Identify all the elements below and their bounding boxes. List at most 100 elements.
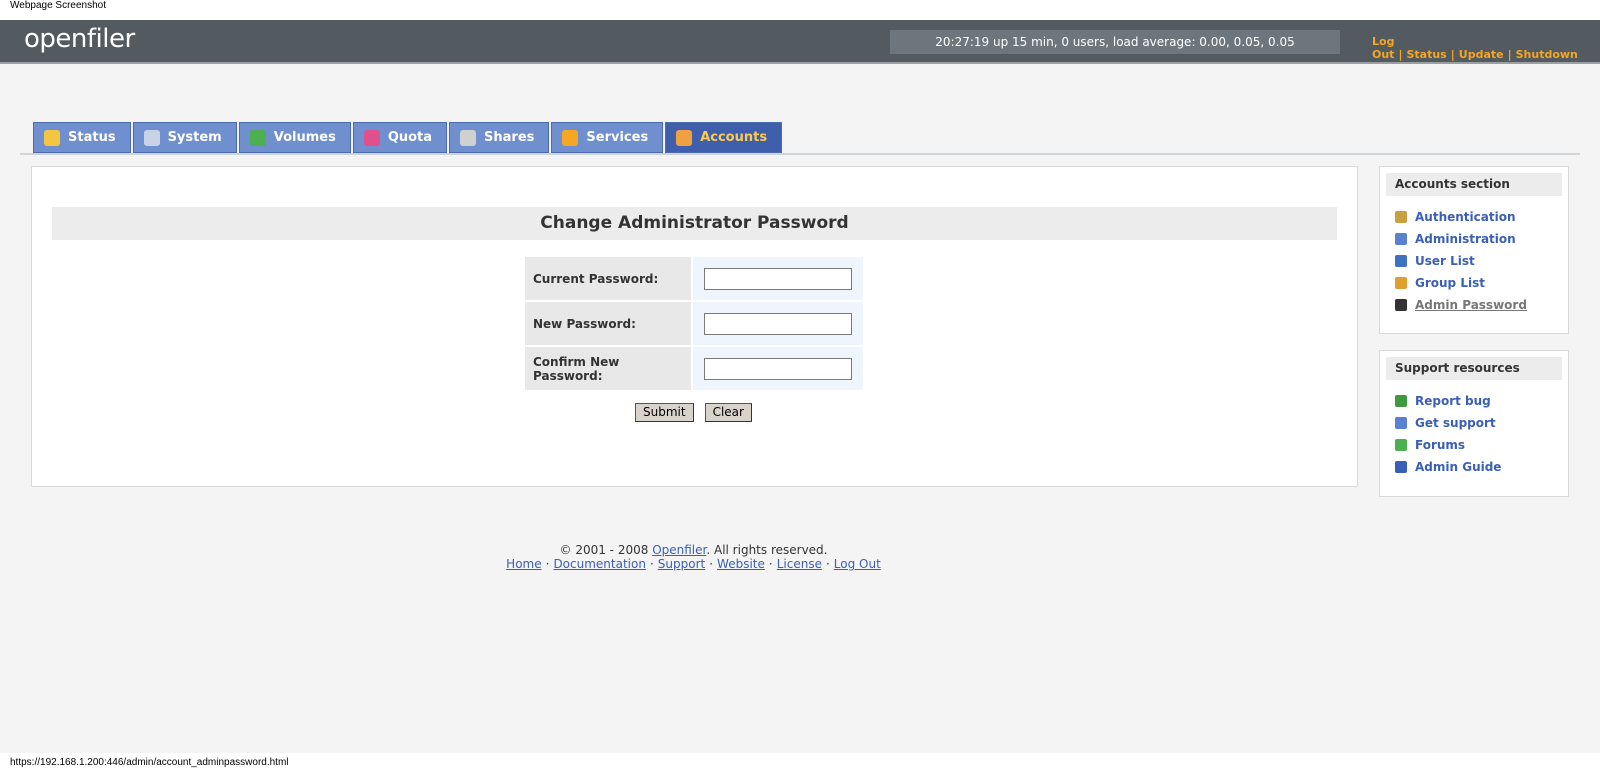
computer-icon <box>143 129 160 146</box>
page-title: Change Administrator Password <box>52 207 1337 240</box>
status-link[interactable]: Status <box>1406 48 1446 61</box>
copyright-suffix: . All rights reserved. <box>706 543 828 557</box>
logout-link[interactable]: Log Out <box>1372 35 1394 61</box>
penguin-icon <box>1395 299 1407 311</box>
sidebar-item-authentication[interactable]: Authentication <box>1380 206 1568 228</box>
separator: · <box>649 557 654 571</box>
sidebar-item-label: User List <box>1415 254 1475 268</box>
separator: | <box>1450 48 1455 61</box>
separator: · <box>825 557 830 571</box>
footer-website-link[interactable]: Website <box>717 557 765 571</box>
footer-links: Home · Documentation · Support · Website · Licen… <box>0 557 1387 571</box>
sun-cloud-icon <box>44 129 60 146</box>
server-icon <box>460 129 477 146</box>
sidebar-item-admin-password[interactable]: Admin Password <box>1380 294 1568 316</box>
user-icon <box>1395 255 1407 267</box>
accounts-section-box: Accounts section Authentication Administ… <box>1379 166 1569 334</box>
copyright-line: © 2001 - 2008 Openfiler. All rights rese… <box>0 543 1387 557</box>
tab-label: Accounts <box>700 130 768 145</box>
submit-button[interactable]: Submit <box>635 403 694 422</box>
group-icon <box>1395 277 1407 289</box>
sidebar-item-label: Administration <box>1415 232 1516 246</box>
accounts-section-title: Accounts section <box>1386 173 1562 196</box>
header-bar: openfiler 20:27:19 up 15 min, 0 users, l… <box>0 20 1600 64</box>
tab-label: Volumes <box>273 130 336 145</box>
sidebar-item-label: Admin Guide <box>1415 460 1502 474</box>
form-buttons: Submit Clear <box>635 403 763 422</box>
confirm-password-input[interactable] <box>704 357 852 380</box>
tab-system[interactable]: System <box>132 122 237 153</box>
tab-label: System <box>167 130 222 145</box>
footer-home-link[interactable]: Home <box>506 557 541 571</box>
tab-label: Quota <box>387 130 433 145</box>
status-url: https://192.168.1.200:446/admin/account_… <box>10 757 289 768</box>
sidebar-item-label: Report bug <box>1415 394 1491 408</box>
sidebar-item-label: Authentication <box>1415 210 1516 224</box>
screenshot-caption-bar: Webpage Screenshot <box>0 0 1600 20</box>
openfiler-logo[interactable]: openfiler <box>24 24 135 54</box>
tab-quota[interactable]: Quota <box>352 122 448 153</box>
footer-logout-link[interactable]: Log Out <box>834 557 881 571</box>
main-panel: Change Administrator Password Current Pa… <box>31 166 1358 487</box>
support-resources-box: Support resources Report bug Get support… <box>1379 350 1569 497</box>
separator: · <box>709 557 714 571</box>
user-icon <box>676 129 693 146</box>
tab-shares[interactable]: Shares <box>449 122 550 153</box>
sidebar-item-forums[interactable]: Forums <box>1380 434 1568 456</box>
tab-accounts[interactable]: Accounts <box>665 122 783 153</box>
tab-services[interactable]: Services <box>551 122 664 153</box>
new-password-label: New Password: <box>525 302 691 345</box>
shutdown-link[interactable]: Shutdown <box>1516 48 1578 61</box>
sidebar-item-user-list[interactable]: User List <box>1380 250 1568 272</box>
disk-icon <box>249 129 266 146</box>
lock-user-icon <box>1395 211 1407 223</box>
update-link[interactable]: Update <box>1459 48 1504 61</box>
screenshot-caption: Webpage Screenshot <box>10 0 106 11</box>
clear-button[interactable]: Clear <box>704 403 752 422</box>
footer-license-link[interactable]: License <box>777 557 822 571</box>
footer-support-link[interactable]: Support <box>658 557 705 571</box>
sidebar-item-label: Get support <box>1415 416 1496 430</box>
form-cell <box>693 347 863 390</box>
form-cell <box>693 302 863 345</box>
separator: · <box>545 557 550 571</box>
top-links: Log Out | Status | Update | Shutdown <box>1372 35 1600 61</box>
tab-volumes[interactable]: Volumes <box>238 122 351 153</box>
current-password-input[interactable] <box>704 267 852 290</box>
footer: © 2001 - 2008 Openfiler. All rights rese… <box>0 543 1387 571</box>
tab-status[interactable]: Status <box>33 122 131 153</box>
separator: | <box>1507 48 1512 61</box>
sidebar-item-report-bug[interactable]: Report bug <box>1380 390 1568 412</box>
new-password-input[interactable] <box>704 312 852 335</box>
book-icon <box>1395 461 1407 473</box>
browser-status-bar: https://192.168.1.200:446/admin/account_… <box>0 753 1600 773</box>
sidebar-item-label: Admin Password <box>1415 298 1527 312</box>
tab-label: Services <box>586 130 649 145</box>
password-form: Current Password: New Password: Confirm … <box>525 257 863 392</box>
copyright-prefix: © 2001 - 2008 <box>559 543 653 557</box>
pie-icon <box>363 129 380 146</box>
form-row-current: Current Password: <box>525 257 863 302</box>
current-password-label: Current Password: <box>525 257 691 300</box>
bug-icon <box>1395 395 1407 407</box>
sidebar-item-admin-guide[interactable]: Admin Guide <box>1380 456 1568 478</box>
support-resources-title: Support resources <box>1386 357 1562 380</box>
sidebar-item-label: Group List <box>1415 276 1485 290</box>
sidebar-item-group-list[interactable]: Group List <box>1380 272 1568 294</box>
support-icon <box>1395 417 1407 429</box>
main-tabs: Status System Volumes Quota Shares Servi… <box>33 122 784 153</box>
footer-documentation-link[interactable]: Documentation <box>553 557 646 571</box>
tab-underline <box>20 153 1580 155</box>
openfiler-link[interactable]: Openfiler <box>652 543 706 557</box>
sidebar-item-label: Forums <box>1415 438 1466 452</box>
tab-label: Status <box>68 130 116 145</box>
form-row-confirm: Confirm New Password: <box>525 347 863 392</box>
separator: · <box>768 557 773 571</box>
sidebar-item-get-support[interactable]: Get support <box>1380 412 1568 434</box>
confirm-password-label: Confirm New Password: <box>525 347 691 390</box>
sidebar-item-administration[interactable]: Administration <box>1380 228 1568 250</box>
admin-user-icon <box>1395 233 1407 245</box>
uptime-display: 20:27:19 up 15 min, 0 users, load averag… <box>890 30 1340 54</box>
lightning-icon <box>562 129 579 146</box>
forums-icon <box>1395 439 1407 451</box>
